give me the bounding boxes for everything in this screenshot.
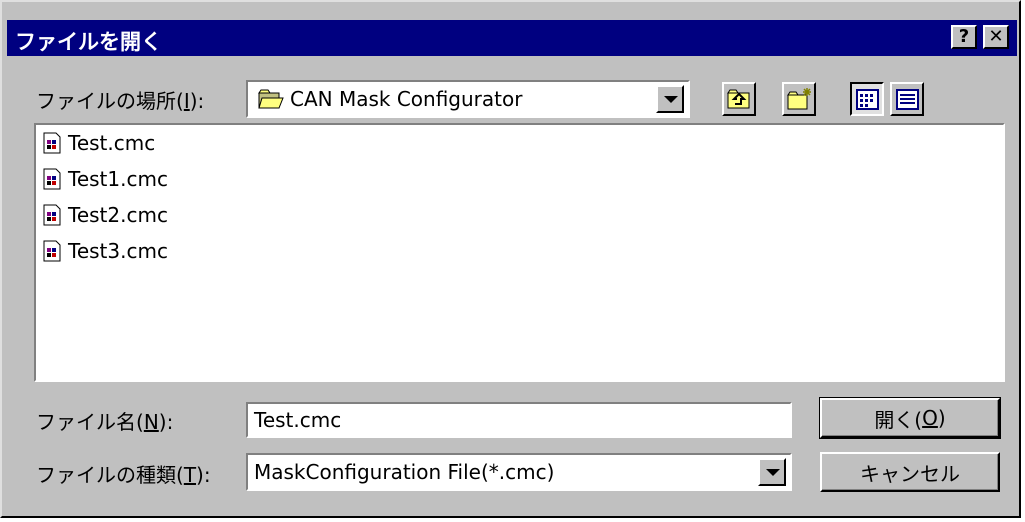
open-button-accesskey: O: [922, 406, 938, 430]
filename-input[interactable]: Test.cmc: [246, 402, 792, 438]
up-folder-button[interactable]: [722, 82, 756, 116]
location-value: CAN Mask Configurator: [290, 87, 523, 111]
list-item[interactable]: Test3.cmc: [42, 237, 168, 265]
list-item[interactable]: Test.cmc: [42, 129, 155, 157]
file-open-dialog: ファイルを開く ? ✕ ファイルの場所(I): CAN Mask Configu…: [0, 0, 1021, 518]
close-button[interactable]: ✕: [983, 25, 1009, 49]
help-icon: ?: [958, 26, 970, 47]
new-folder-button[interactable]: [782, 82, 816, 116]
filename-label: ファイル名(N):: [36, 406, 173, 435]
folder-icon: [258, 89, 284, 109]
details-view-icon: [896, 89, 919, 110]
open-button-label: 開く(: [874, 407, 923, 432]
location-label: ファイルの場所(I):: [36, 85, 204, 114]
help-button[interactable]: ?: [951, 25, 977, 49]
file-name: Test1.cmc: [68, 167, 168, 191]
file-name: Test2.cmc: [68, 203, 168, 227]
title-bar[interactable]: ファイルを開く ? ✕: [7, 20, 1017, 56]
filename-label-accesskey: N: [143, 410, 159, 434]
details-view-button[interactable]: [890, 82, 924, 116]
list-item[interactable]: Test2.cmc: [42, 201, 168, 229]
list-item[interactable]: Test1.cmc: [42, 165, 168, 193]
cancel-button[interactable]: キャンセル: [820, 452, 1000, 492]
close-icon: ✕: [988, 26, 1004, 47]
list-view-button[interactable]: [850, 82, 884, 116]
filetype-label-accesskey: T: [183, 463, 197, 487]
list-view-icon: [856, 89, 879, 110]
location-label-tail: ):: [189, 89, 205, 113]
location-dropdown-button[interactable]: [656, 85, 684, 113]
filetype-dropdown-button[interactable]: [758, 458, 786, 486]
filetype-combo[interactable]: MaskConfiguration File(*.cmc): [246, 453, 792, 491]
filename-label-tail: ):: [158, 410, 174, 434]
cmc-file-icon: [43, 132, 61, 154]
filetype-label-tail: ):: [196, 463, 211, 487]
cmc-file-icon: [43, 204, 61, 226]
location-combo[interactable]: CAN Mask Configurator: [246, 80, 690, 118]
open-button[interactable]: 開く(O): [819, 397, 1001, 439]
up-folder-icon: [727, 89, 750, 109]
filename-label-text: ファイル名(: [36, 410, 144, 434]
cmc-file-icon: [43, 240, 61, 262]
new-folder-icon: [787, 88, 811, 110]
cmc-file-icon: [43, 168, 61, 190]
dialog-title: ファイルを開く: [15, 30, 162, 54]
filename-value: Test.cmc: [254, 408, 342, 432]
file-list[interactable]: Test.cmc Test1.cmc Test2.cmc Test3.cmc: [34, 123, 1005, 382]
filetype-label-text: ファイルの種類(: [36, 463, 184, 487]
filetype-value: MaskConfiguration File(*.cmc): [254, 460, 555, 484]
location-label-text: ファイルの場所(: [36, 89, 184, 113]
file-name: Test3.cmc: [68, 239, 168, 263]
filetype-label: ファイルの種類(T):: [36, 459, 211, 488]
file-name: Test.cmc: [68, 131, 156, 155]
cancel-button-label: キャンセル: [860, 461, 960, 486]
open-button-tail: ): [937, 406, 946, 430]
